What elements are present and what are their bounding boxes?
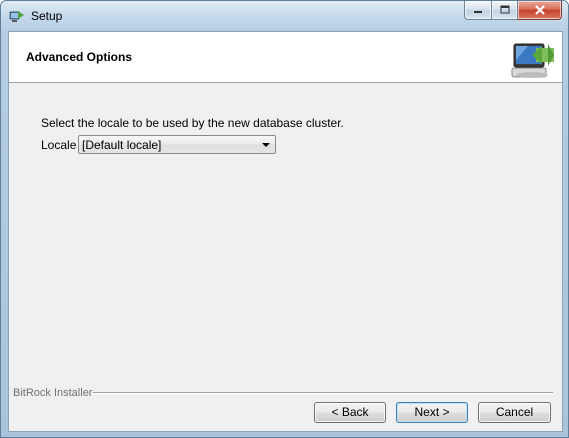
- minimize-button[interactable]: [464, 1, 492, 20]
- computer-install-icon: [511, 43, 554, 78]
- chevron-down-icon: [262, 143, 270, 147]
- title-bar[interactable]: Setup: [1, 1, 568, 31]
- footer-divider: [93, 392, 553, 394]
- installer-brand-label: BitRock Installer: [13, 387, 93, 399]
- next-button[interactable]: Next >: [396, 402, 468, 423]
- close-button[interactable]: [518, 1, 562, 20]
- page-title: Advanced Options: [26, 50, 133, 64]
- locale-label: Locale: [41, 138, 77, 152]
- window-title: Setup: [31, 9, 63, 23]
- locale-select[interactable]: [Default locale]: [78, 135, 276, 154]
- cancel-button[interactable]: Cancel: [478, 402, 551, 423]
- setup-window: Setup Advanced Options Select the locale…: [0, 0, 569, 438]
- minimize-icon: [474, 11, 482, 13]
- app-icon: [9, 11, 24, 22]
- back-button[interactable]: < Back: [314, 402, 386, 423]
- locale-description: Select the locale to be used by the new …: [41, 116, 344, 130]
- maximize-icon: [500, 5, 509, 14]
- wizard-header: Advanced Options: [9, 32, 562, 83]
- locale-select-value: [Default locale]: [82, 138, 162, 152]
- maximize-button[interactable]: [492, 1, 518, 20]
- dialog-body: Advanced Options Select the locale to be…: [8, 31, 563, 432]
- close-icon: [534, 5, 545, 15]
